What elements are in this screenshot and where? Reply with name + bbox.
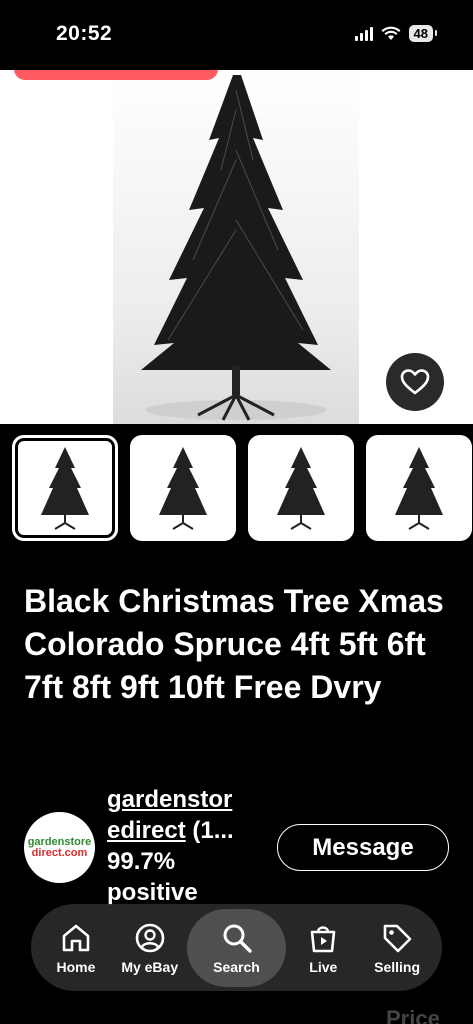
nav-search[interactable]: Search: [186, 908, 287, 987]
thumbnail-tree-image: [41, 447, 89, 530]
status-icons: 48: [354, 25, 438, 42]
nav-my-ebay-label: My eBay: [121, 958, 179, 975]
user-icon: [135, 923, 165, 952]
home-icon: [62, 924, 90, 951]
live-bag-icon: [310, 925, 336, 952]
message-seller-button[interactable]: Message: [277, 824, 449, 871]
nav-live-label: Live: [309, 958, 338, 975]
seller-logo-text-bottom: direct.com: [31, 846, 88, 859]
seller-feedback-percent: 99.7%: [107, 848, 176, 875]
product-photo: [113, 70, 359, 424]
status-time: 20:52: [56, 22, 113, 45]
thumbnail-tree-image: [395, 447, 443, 530]
thumbnail-2[interactable]: [130, 435, 236, 541]
product-image-main[interactable]: [0, 70, 473, 424]
battery-indicator: 48: [408, 25, 438, 42]
promo-badge: [14, 70, 218, 80]
price-label: Price: [386, 1006, 440, 1024]
nav-home-label: Home: [56, 958, 96, 975]
nav-my-ebay[interactable]: My eBay: [113, 912, 187, 984]
thumbnail-3[interactable]: [248, 435, 354, 541]
thumbnail-4[interactable]: [366, 435, 472, 541]
search-icon: [223, 924, 252, 953]
nav-selling-label: Selling: [374, 958, 421, 975]
thumbnail-tree-image: [159, 447, 207, 530]
nav-selling[interactable]: Selling: [360, 912, 434, 984]
thumbnail-strip[interactable]: [12, 435, 473, 543]
thumbnail-tree-image: [277, 447, 325, 530]
seller-logo[interactable]: gardenstore direct.com: [24, 812, 95, 883]
nav-live[interactable]: Live: [286, 912, 360, 984]
heart-icon: [400, 369, 430, 395]
seller-logo-text-top: gardenstore: [27, 835, 92, 848]
watch-button[interactable]: [386, 353, 444, 411]
product-title: Black Christmas Tree Xmas Colorado Spruc…: [24, 583, 444, 705]
christmas-tree-image: [141, 75, 331, 421]
seller-info: gardenstor edirect (1... 99.7% positive: [107, 784, 267, 908]
thumbnail-1[interactable]: [12, 435, 118, 541]
signal-icon: [354, 26, 373, 41]
seller-feedback-count: (1...: [192, 817, 234, 844]
status-bar: 20:52 48: [0, 0, 473, 70]
nav-home[interactable]: Home: [39, 912, 113, 984]
seller-name-link[interactable]: gardenstor: [107, 786, 232, 813]
nav-search-label: Search: [213, 958, 260, 975]
seller-name-link-cont[interactable]: edirect: [107, 817, 186, 844]
bottom-navigation: Home My eBay Search Live Selling: [31, 904, 442, 991]
wifi-icon: [381, 26, 401, 40]
tag-icon: [383, 924, 412, 952]
